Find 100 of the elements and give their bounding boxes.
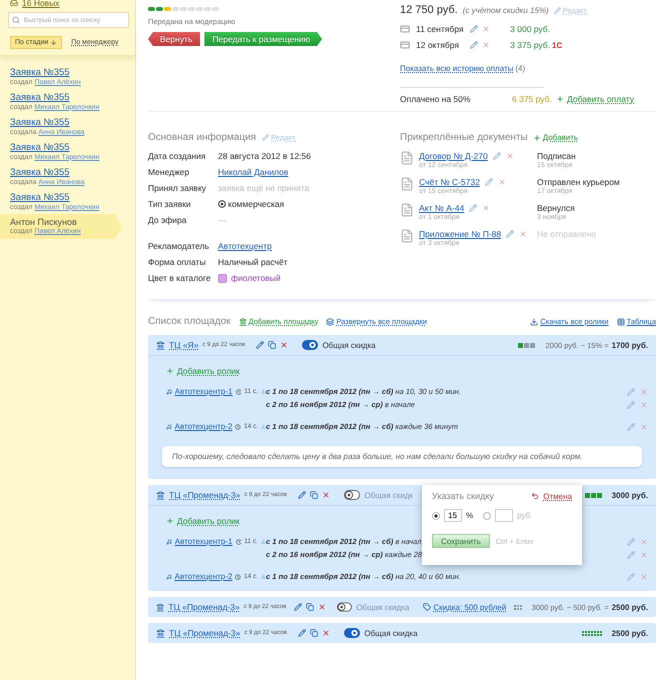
copy-icon[interactable] xyxy=(306,603,314,611)
site-name-link[interactable]: ТЦ «Променад-3» xyxy=(169,628,240,638)
clip-link[interactable]: Автотехцентр-2 xyxy=(174,572,232,581)
clip-link[interactable]: Автотехцентр-2 xyxy=(174,422,232,431)
delete-icon[interactable] xyxy=(482,25,490,33)
download-icon[interactable] xyxy=(261,423,266,430)
copy-icon[interactable] xyxy=(268,341,276,349)
building-icon xyxy=(238,318,247,326)
stage-button[interactable]: Вернуть xyxy=(148,32,200,46)
music-note-icon xyxy=(166,388,172,396)
delete-icon[interactable] xyxy=(498,178,506,186)
delete-icon[interactable] xyxy=(322,629,330,637)
download-icon[interactable] xyxy=(260,388,266,395)
new-items-link[interactable]: 16 Новых xyxy=(22,0,60,8)
edit-icon[interactable] xyxy=(470,25,478,33)
add-document-link[interactable]: Добавить xyxy=(542,133,578,142)
field-label: Менеджер xyxy=(148,167,190,177)
document-icon xyxy=(400,229,414,243)
edit-icon[interactable] xyxy=(484,178,493,186)
download-icon[interactable] xyxy=(261,573,266,580)
edit-icon[interactable] xyxy=(469,204,478,212)
field-label: Принял заявку xyxy=(148,183,208,193)
document-link[interactable]: Приложение № П-88 xyxy=(419,229,502,239)
delete-icon[interactable] xyxy=(506,152,514,160)
clip-link[interactable]: Автотехцентр-1 xyxy=(174,387,232,396)
document-icon xyxy=(400,203,414,217)
section-title: Список площадок xyxy=(148,316,231,327)
building-icon xyxy=(156,490,165,500)
toggle-switch[interactable] xyxy=(344,628,360,638)
download-icon[interactable] xyxy=(260,538,266,545)
discount-label: Общая скидка xyxy=(356,602,410,612)
plus-icon xyxy=(166,517,174,525)
plus-icon xyxy=(532,134,541,142)
building-icon xyxy=(156,628,165,638)
delete-icon[interactable] xyxy=(482,204,490,212)
payment-amount: 3 000 руб. xyxy=(509,24,550,34)
field-label: Цвет в каталоге xyxy=(148,273,212,283)
toggle-switch[interactable] xyxy=(344,490,360,500)
delete-icon[interactable] xyxy=(318,603,326,611)
request-link[interactable]: Заявка №355 xyxy=(10,116,125,128)
field-value-link[interactable]: Автотехцентр xyxy=(218,241,400,251)
unit-label: руб. xyxy=(517,511,532,520)
save-button[interactable]: Сохранить xyxy=(432,534,490,548)
toggle-switch[interactable] xyxy=(302,340,318,350)
music-note-icon xyxy=(166,422,172,430)
payment-amount: 3 375 руб. xyxy=(509,40,550,50)
edit-icon[interactable] xyxy=(506,230,514,238)
edit-icon[interactable] xyxy=(294,603,302,611)
add-clip-link[interactable]: Добавить ролик xyxy=(177,516,240,526)
request-link[interactable]: Заявка №355 xyxy=(10,192,125,202)
discount-note: (с учётом скидки 15%) xyxy=(462,6,549,14)
radio-button[interactable] xyxy=(432,512,440,520)
discount-input[interactable] xyxy=(495,509,514,522)
clock-icon xyxy=(235,422,241,430)
clock-icon xyxy=(236,538,242,546)
edit-icon[interactable] xyxy=(492,152,501,160)
delete-icon[interactable] xyxy=(482,41,490,49)
payment-history-link[interactable]: Показать всю историю оплаты xyxy=(400,64,514,73)
comment-bubble: По-хорошему, следовало сделать цену в два раза больше, но нам сделали большую скидку на собачий корм. xyxy=(162,446,642,467)
document-status: Подписан xyxy=(537,151,577,161)
add-clip-link[interactable]: Добавить ролик xyxy=(177,366,240,376)
delete-icon[interactable] xyxy=(322,491,330,499)
site-name-link[interactable]: ТЦ «Променад-3» xyxy=(169,490,240,500)
document-link[interactable]: Счёт № С-5732 xyxy=(419,177,480,187)
request-link[interactable]: Заявка №355 xyxy=(10,142,125,152)
site-name-link[interactable]: ТЦ «Я» xyxy=(169,340,198,350)
section-title: Прикреплённые документы xyxy=(400,132,528,143)
popover-title: Указать скидку xyxy=(432,491,494,501)
delete-icon[interactable] xyxy=(519,230,528,238)
document-link[interactable]: Акт № А-44 xyxy=(419,203,464,213)
document-icon xyxy=(400,151,414,165)
layers-icon xyxy=(326,318,334,326)
site-name-link[interactable]: ТЦ «Променад-3» xyxy=(168,602,240,612)
clock-icon xyxy=(236,388,242,396)
copy-icon[interactable] xyxy=(310,491,318,499)
toggle-switch[interactable] xyxy=(337,602,352,612)
edit-icon[interactable] xyxy=(470,41,478,49)
stage-button[interactable]: Передать к размещению xyxy=(204,32,322,46)
site-price: 2500 руб. xyxy=(612,602,648,612)
request-link[interactable]: Заявка №355 xyxy=(10,166,125,178)
edit-icon[interactable] xyxy=(298,491,306,499)
edit-icon xyxy=(262,134,270,141)
clip-link[interactable]: Автотехцентр-1 xyxy=(174,537,232,546)
edit-icon[interactable] xyxy=(298,629,306,637)
radio-button[interactable] xyxy=(483,512,492,520)
discount-tag-link[interactable]: Скидка: 500 рублей xyxy=(433,602,506,612)
paid-status: Оплачено на 50% xyxy=(400,94,472,104)
field-value-link[interactable]: Николай Данилов xyxy=(218,167,400,177)
add-payment-link[interactable]: Добавить оплату xyxy=(567,94,634,104)
discount-input[interactable]: 15 xyxy=(444,509,462,522)
request-link[interactable]: Заявка №355 xyxy=(10,66,125,78)
status-squares-icon xyxy=(518,342,536,348)
field-value: коммерческая xyxy=(228,199,284,209)
request-link[interactable]: Заявка №355 xyxy=(10,92,125,102)
copy-icon[interactable] xyxy=(310,629,318,637)
site-price: 2500 руб. xyxy=(612,628,648,638)
delete-icon[interactable] xyxy=(280,341,288,349)
cancel-link[interactable]: Отмена xyxy=(543,492,572,500)
edit-icon[interactable] xyxy=(256,341,264,349)
document-link[interactable]: Договор № Д-270 xyxy=(419,151,488,161)
